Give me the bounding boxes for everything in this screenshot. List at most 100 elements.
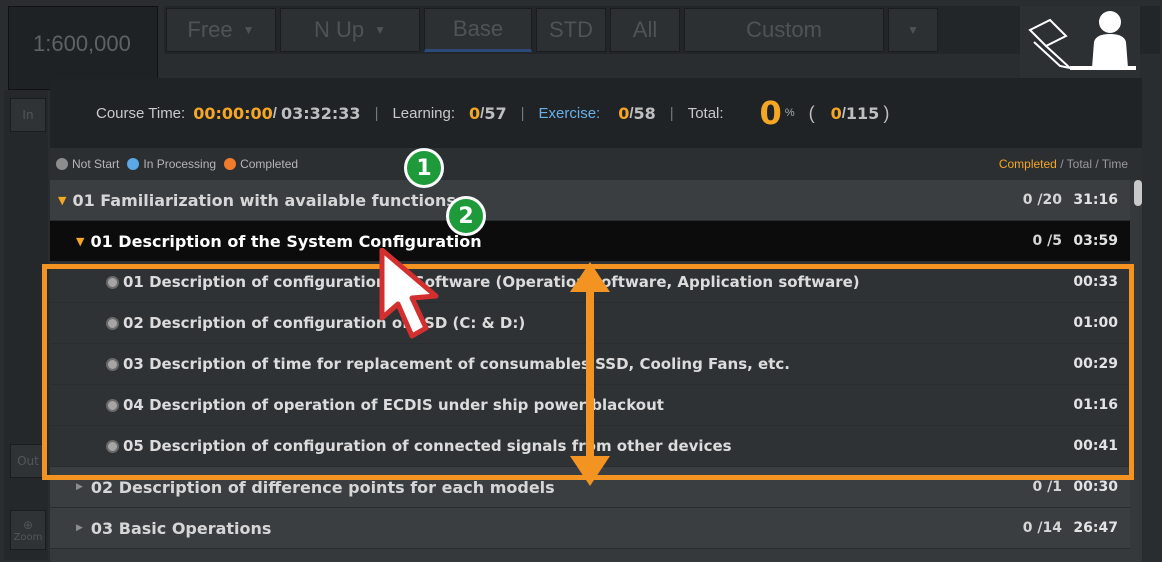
- zoom-out-button[interactable]: Out: [10, 444, 46, 478]
- status-dot-icon: [127, 158, 140, 170]
- divider: |: [520, 104, 525, 122]
- cursor-arrow-icon: [379, 248, 439, 339]
- learning-total: 57: [484, 103, 507, 123]
- tree-item-label: 01 Familiarization with available functi…: [72, 190, 456, 210]
- tree-item-label: 02 Description of configuration of SSD (…: [123, 314, 526, 332]
- exercise-total: 58: [633, 103, 656, 123]
- toolbar-custom-label: Custom: [746, 17, 822, 42]
- tree-item-label: 03 Description of time for replacement o…: [123, 355, 790, 373]
- tree-item-count: 0 /20: [1022, 192, 1062, 208]
- status-dot-icon: [106, 275, 119, 289]
- paren-close: ): [883, 102, 890, 123]
- total-done: 0: [830, 103, 842, 123]
- double-arrow-icon: [570, 262, 610, 486]
- zoom-out-label: Out: [17, 454, 39, 468]
- zoom-in-label: In: [22, 108, 34, 122]
- chart-scale-value: 1:600,000: [33, 31, 131, 56]
- toolbar-free-button[interactable]: Free ▼: [166, 8, 276, 52]
- step-badge-1-number: 1: [416, 155, 432, 181]
- tree-item-count: 0 /1: [1032, 479, 1062, 495]
- chevron-down-icon: ▼: [242, 23, 255, 37]
- step-badge-2: 2: [446, 196, 486, 236]
- tree-item-time: 00:30: [1073, 479, 1118, 495]
- legend-not-start-label: Not Start: [72, 157, 120, 171]
- tree-item-time: 00:33: [1073, 274, 1118, 290]
- tree-section-03[interactable]: ▶ 03 Basic Operations 0 /14 26:47: [50, 508, 1130, 549]
- course-summary-bar: Course Time: 00:00:00/ 03:32:33 | Learni…: [50, 78, 1142, 148]
- toolbar-custom-button[interactable]: Custom: [684, 8, 884, 52]
- legend-completed: Completed: [224, 157, 298, 171]
- tree-item-label: 03 Basic Operations: [90, 518, 272, 538]
- column-legend-completed: Completed: [998, 157, 1057, 171]
- tree-chapter-01[interactable]: ▼ 01 Familiarization with available func…: [50, 180, 1130, 221]
- status-dot-icon: [106, 398, 119, 412]
- zoom-label: Zoom: [13, 531, 43, 543]
- tree-item-time: 00:41: [1073, 438, 1118, 454]
- learning-done: 0: [469, 103, 481, 123]
- status-dot-icon: [106, 357, 119, 371]
- tree-item-label: 01 Description of configuration of Softw…: [123, 273, 860, 291]
- percent-sign: %: [784, 107, 795, 119]
- divider: |: [374, 104, 379, 122]
- toolbar-base-label: Base: [452, 16, 504, 41]
- collapse-arrow-icon[interactable]: ▼: [76, 235, 84, 248]
- tree-item-label: 05 Description of configuration of conne…: [123, 437, 732, 455]
- course-time-total: 03:32:33: [280, 103, 361, 123]
- status-dot-icon: [106, 316, 119, 330]
- toolbar-all-button[interactable]: All: [610, 8, 680, 52]
- chevron-down-icon: ▼: [374, 23, 386, 37]
- legend-not-start: Not Start: [56, 157, 119, 171]
- divider: |: [669, 104, 674, 122]
- tree-item-time: 01:00: [1073, 315, 1118, 331]
- paren-open: (: [808, 102, 815, 123]
- tree-item-time: 31:16: [1073, 192, 1118, 208]
- zoom-in-button[interactable]: In: [10, 98, 46, 132]
- exercise-label: Exercise:: [538, 104, 601, 122]
- legend-completed-label: Completed: [240, 157, 299, 171]
- tree-item-time: 01:16: [1073, 397, 1118, 413]
- status-legend: Not Start In Processing Completed Comple…: [50, 148, 1142, 180]
- total-total: 115: [845, 103, 880, 123]
- column-legend: Completed / Total / Time: [999, 157, 1128, 171]
- tree-item-label: 02 Description of difference points for …: [90, 477, 555, 497]
- status-dot-icon: [56, 158, 68, 170]
- user-at-laptop-icon[interactable]: [1020, 6, 1140, 82]
- chevron-down-icon: ▼: [907, 23, 919, 37]
- course-time-label: Course Time:: [96, 104, 186, 122]
- toolbar-std-label: STD: [549, 17, 593, 42]
- status-dot-icon: [106, 439, 119, 453]
- background-sidebar: In Out ⊕ Zoom: [4, 90, 48, 560]
- expand-arrow-icon[interactable]: ▶: [76, 523, 83, 533]
- tree-item-count: 0 /5: [1032, 233, 1062, 249]
- toolbar-base-button[interactable]: Base: [424, 8, 532, 52]
- toolbar-std-button[interactable]: STD: [536, 8, 606, 52]
- toolbar-nup-button[interactable]: N Up ▼: [280, 8, 420, 52]
- status-dot-icon: [224, 158, 237, 170]
- zoom-icon: ⊕: [22, 517, 34, 532]
- collapse-arrow-icon[interactable]: ▼: [58, 194, 66, 207]
- slash: /: [272, 104, 277, 122]
- column-legend-rest: / Total / Time: [1056, 157, 1128, 171]
- learning-label: Learning:: [392, 104, 456, 122]
- tree-section-01[interactable]: ▼ 01 Description of the System Configura…: [50, 221, 1130, 262]
- expand-arrow-icon[interactable]: ▶: [76, 482, 83, 492]
- background-toolbar: Free ▼ N Up ▼ Base STD All Custom ▼: [164, 6, 1160, 54]
- legend-in-processing: In Processing: [127, 157, 216, 171]
- tree-item-count: 0 /14: [1022, 520, 1062, 536]
- step-badge-2-number: 2: [458, 203, 474, 229]
- legend-in-processing-label: In Processing: [143, 157, 217, 171]
- toolbar-nup-label: N Up: [313, 17, 365, 42]
- total-percent: 0: [759, 94, 782, 132]
- tree-item-time: 26:47: [1073, 520, 1118, 536]
- tree-item-time: 00:29: [1073, 356, 1118, 372]
- course-time-elapsed: 00:00:00: [193, 103, 273, 123]
- toolbar-custom-dropdown[interactable]: ▼: [888, 8, 938, 52]
- zoom-button[interactable]: ⊕ Zoom: [10, 510, 46, 550]
- tree-item-time: 03:59: [1073, 233, 1118, 249]
- step-badge-1: 1: [404, 148, 444, 188]
- toolbar-all-label: All: [632, 17, 658, 42]
- scrollbar-thumb[interactable]: [1134, 180, 1142, 206]
- exercise-done: 0: [618, 103, 630, 123]
- total-label: Total:: [687, 104, 724, 122]
- toolbar-free-label: Free: [187, 17, 233, 42]
